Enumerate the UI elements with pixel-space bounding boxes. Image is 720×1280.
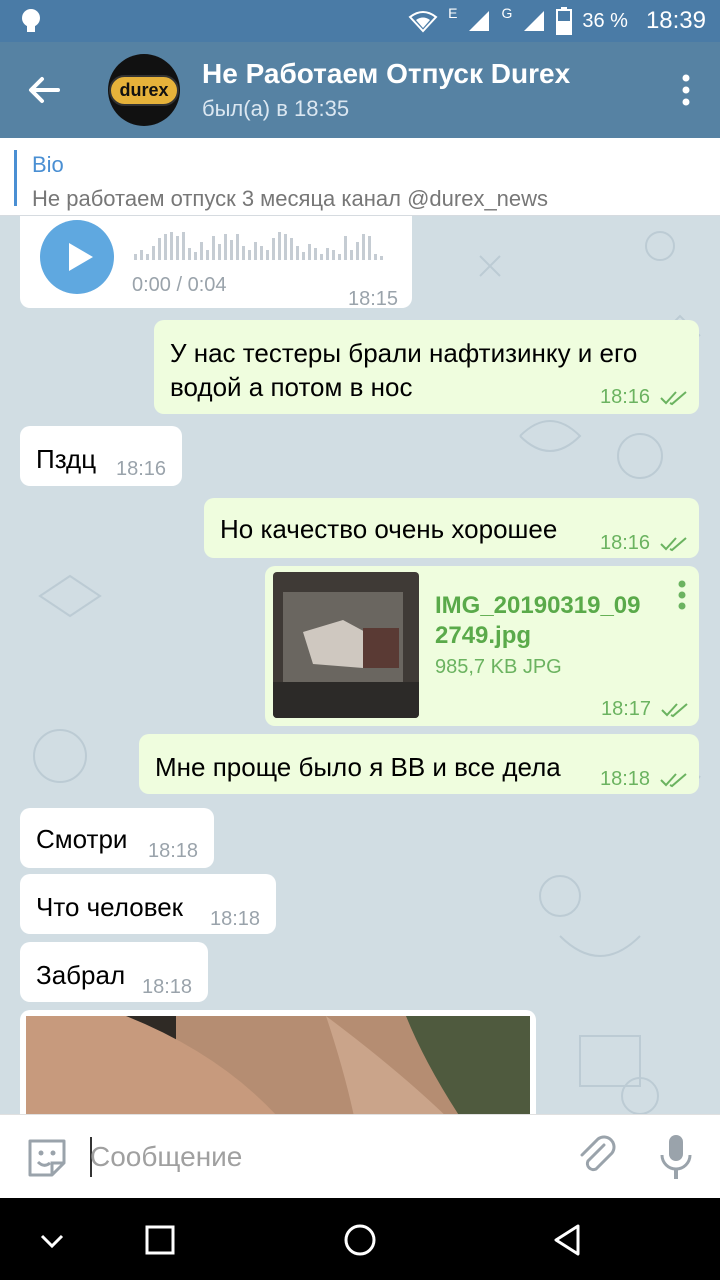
- message-time: 18:16: [116, 458, 167, 480]
- message-text: Что человек: [36, 892, 184, 922]
- recents-icon[interactable]: [138, 1218, 182, 1262]
- photo-message[interactable]: [20, 1010, 536, 1114]
- message-text: Но качество очень хорошее: [220, 514, 558, 544]
- file-name-line-2: 2749.jpg: [435, 622, 532, 649]
- network-type-g: G: [501, 5, 513, 21]
- double-check-icon: [660, 391, 687, 406]
- avatar-logo: durex: [109, 74, 179, 106]
- back-triangle-icon[interactable]: [546, 1218, 590, 1262]
- chevron-down-icon[interactable]: [30, 1218, 74, 1262]
- message-incoming[interactable]: Пздц 18:16: [20, 426, 182, 486]
- pinned-bio[interactable]: Bio Не работаем отпуск 3 месяца канал @d…: [0, 138, 720, 216]
- message-incoming[interactable]: Смотри 18:18: [20, 808, 214, 868]
- bio-label: Bio: [32, 152, 64, 177]
- photo-image[interactable]: [26, 1016, 530, 1114]
- message-text: Смотри: [36, 824, 128, 854]
- chat-header: durex Не Работаем Отпуск Durex был(а) в …: [0, 42, 720, 138]
- message-input[interactable]: [90, 1137, 550, 1177]
- avatar[interactable]: durex: [108, 54, 180, 126]
- double-check-icon: [660, 537, 687, 552]
- file-thumbnail[interactable]: [273, 572, 419, 718]
- battery-percent: 36 %: [582, 9, 628, 32]
- message-incoming[interactable]: Что человек 18:18: [20, 874, 276, 934]
- status-bar: E G 36 % 18:39: [0, 0, 720, 42]
- sticker-icon[interactable]: [24, 1135, 70, 1181]
- message-text: Мне проще было я ВВ и все дела: [155, 752, 561, 782]
- navigation-bar: [0, 1198, 720, 1280]
- message-time: 18:17: [601, 698, 652, 720]
- status-time: 18:39: [645, 7, 706, 34]
- signal-icon: [469, 11, 490, 31]
- message-text-line-2: водой а потом в нос: [170, 372, 413, 402]
- chat-title[interactable]: Не Работаем Отпуск Durex: [202, 58, 570, 90]
- chat-area[interactable]: 0:00 / 0:04 18:15 У нас тестеры брали на…: [0, 216, 720, 1114]
- message-text: Забрал: [36, 960, 126, 990]
- arrow-left-icon[interactable]: [22, 68, 66, 112]
- microphone-icon[interactable]: [658, 1133, 694, 1181]
- message-input-bar: [0, 1114, 720, 1198]
- play-icon[interactable]: [40, 220, 114, 294]
- message-time: 18:18: [148, 840, 199, 862]
- message-time: 18:16: [600, 532, 651, 554]
- signal-icon-2: [524, 11, 545, 31]
- message-text-line-1: У нас тестеры брали нафтизинку и его: [170, 338, 638, 368]
- message-outgoing[interactable]: Но качество очень хорошее 18:16: [204, 498, 699, 558]
- paperclip-icon[interactable]: [574, 1133, 620, 1179]
- waveform[interactable]: [132, 224, 396, 264]
- battery-icon: [556, 7, 573, 35]
- file-menu-icon[interactable]: [675, 580, 689, 610]
- message-time: 18:18: [142, 976, 193, 998]
- bio-text: Не работаем отпуск 3 месяца канал @durex…: [32, 186, 549, 211]
- home-icon[interactable]: [338, 1218, 382, 1262]
- message-time: 18:18: [600, 768, 651, 790]
- wifi-icon: [408, 11, 438, 33]
- more-vertical-icon[interactable]: [674, 72, 698, 108]
- double-check-icon: [660, 773, 687, 788]
- file-name-line-1: IMG_20190319_09: [435, 592, 641, 619]
- double-check-icon: [661, 703, 688, 718]
- file-meta: 985,7 KB JPG: [435, 656, 562, 678]
- last-seen-status: был(а) в 18:35: [202, 96, 350, 121]
- message-time: 18:15: [348, 288, 399, 310]
- file-message[interactable]: IMG_20190319_09 2749.jpg 985,7 KB JPG 18…: [265, 566, 699, 726]
- message-outgoing[interactable]: У нас тестеры брали нафтизинку и его вод…: [154, 320, 699, 414]
- network-type-e: E: [448, 5, 458, 21]
- message-time: 18:16: [600, 386, 651, 408]
- message-text: Пздц: [36, 444, 97, 474]
- voice-duration: 0:00 / 0:04: [132, 274, 227, 296]
- voice-message[interactable]: 0:00 / 0:04 18:15: [20, 216, 412, 310]
- message-outgoing[interactable]: Мне проще было я ВВ и все дела 18:18: [139, 734, 699, 794]
- bio-accent-bar: [14, 150, 17, 206]
- lightbulb-icon: [22, 9, 40, 32]
- message-time: 18:18: [210, 908, 261, 930]
- message-incoming[interactable]: Забрал 18:18: [20, 942, 208, 1002]
